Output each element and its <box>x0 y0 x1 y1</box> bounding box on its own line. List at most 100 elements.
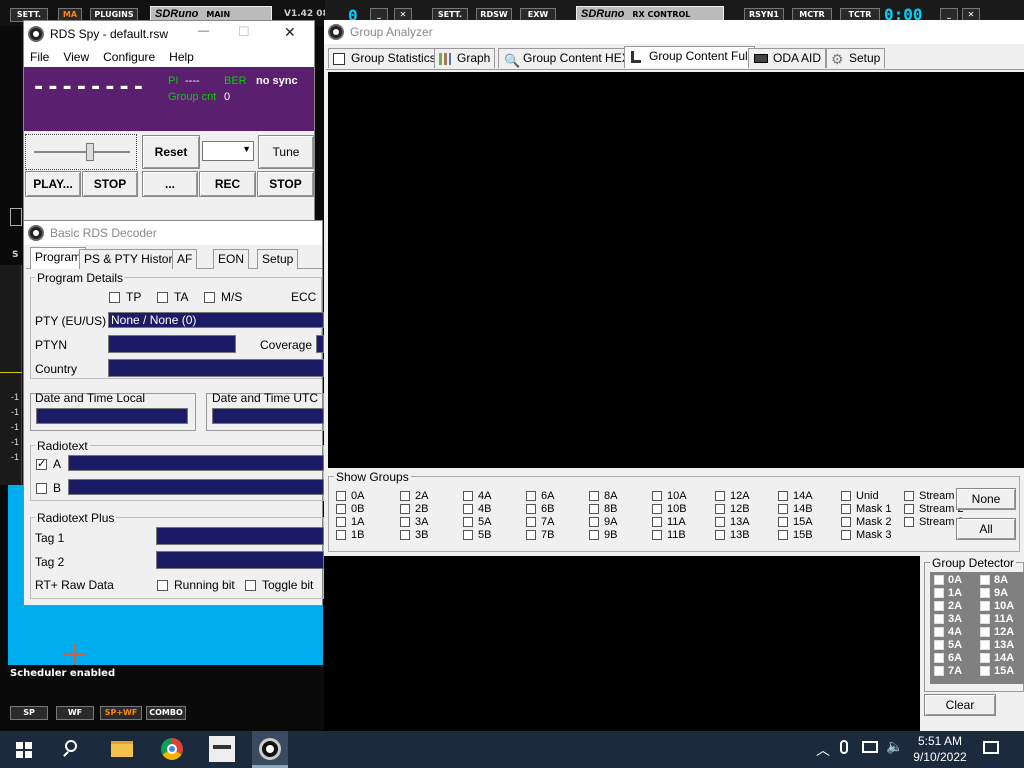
group-detector-checkbox[interactable] <box>980 601 990 612</box>
show-group-checkbox[interactable] <box>589 530 599 541</box>
group-detector-checkbox[interactable] <box>980 627 990 638</box>
show-group-item[interactable]: 0B <box>336 503 364 515</box>
group-detector-checkbox[interactable] <box>934 640 944 651</box>
show-group-item[interactable]: 3B <box>400 529 428 541</box>
clear-button[interactable]: Clear <box>924 694 996 716</box>
show-group-item[interactable]: 10B <box>652 503 687 515</box>
show-group-item[interactable]: 3A <box>400 516 428 528</box>
show-group-checkbox[interactable] <box>904 491 914 502</box>
tab-group-content-full[interactable]: Group Content Full <box>624 46 756 68</box>
show-group-checkbox[interactable] <box>526 530 536 541</box>
group-detector-item[interactable]: 2A <box>934 600 962 612</box>
show-group-checkbox[interactable] <box>400 491 410 502</box>
menu-configure[interactable]: Configure <box>103 50 155 64</box>
ta-checkbox[interactable] <box>157 292 168 303</box>
show-group-checkbox[interactable] <box>336 517 346 528</box>
show-group-item[interactable]: 1B <box>336 529 364 541</box>
stop-play-button[interactable]: STOP <box>82 171 138 197</box>
show-group-item[interactable]: 9B <box>589 529 617 541</box>
windows-start-icon[interactable] <box>6 731 42 767</box>
show-group-item[interactable]: 6A <box>526 490 554 502</box>
group-detector-checkbox[interactable] <box>934 588 944 599</box>
group-detector-checkbox[interactable] <box>934 653 944 664</box>
running-bit-checkbox[interactable] <box>157 580 168 591</box>
ms-checkbox[interactable] <box>204 292 215 303</box>
show-group-item[interactable]: 7A <box>526 516 554 528</box>
show-group-checkbox[interactable] <box>841 504 851 515</box>
show-group-item[interactable]: Mask 2 <box>841 516 891 528</box>
show-group-checkbox[interactable] <box>715 504 725 515</box>
show-group-checkbox[interactable] <box>463 530 473 541</box>
maximize-button[interactable]: ☐ <box>238 24 250 40</box>
minimize-button[interactable]: — <box>198 25 209 37</box>
tab-oda-aid[interactable]: ODA AID <box>748 48 827 68</box>
show-group-item[interactable]: 14B <box>778 503 813 515</box>
menu-view[interactable]: View <box>63 50 89 64</box>
none-button[interactable]: None <box>956 488 1016 510</box>
menu-file[interactable]: File <box>30 50 49 64</box>
show-group-checkbox[interactable] <box>715 530 725 541</box>
network-icon[interactable] <box>862 741 878 753</box>
group-detector-item[interactable]: 5A <box>934 639 962 651</box>
all-button[interactable]: All <box>956 518 1016 540</box>
show-group-checkbox[interactable] <box>652 504 662 515</box>
show-group-item[interactable]: Mask 3 <box>841 529 891 541</box>
source-select[interactable]: ▼ <box>202 141 254 161</box>
group-detector-item[interactable]: 6A <box>934 652 962 664</box>
show-group-item[interactable]: 4B <box>463 503 491 515</box>
tune-button[interactable]: Tune <box>258 135 314 169</box>
show-group-checkbox[interactable] <box>336 530 346 541</box>
show-group-checkbox[interactable] <box>778 491 788 502</box>
show-group-item[interactable]: 2A <box>400 490 428 502</box>
group-detector-checkbox[interactable] <box>934 666 944 677</box>
dots-button[interactable]: ... <box>142 171 198 197</box>
tab-ps-pty-history[interactable]: PS & PTY History <box>79 249 184 269</box>
stop-rec-button[interactable]: STOP <box>257 171 314 197</box>
tab-group-content-hex[interactable]: 🔍 Group Content HEX <box>498 48 635 68</box>
show-group-checkbox[interactable] <box>904 517 914 528</box>
group-detector-checkbox[interactable] <box>934 575 944 586</box>
show-group-checkbox[interactable] <box>463 504 473 515</box>
combo-button[interactable]: COMBO <box>146 706 186 720</box>
group-detector-item[interactable]: 13A <box>980 639 1014 651</box>
show-group-item[interactable]: 8B <box>589 503 617 515</box>
show-group-item[interactable]: 5B <box>463 529 491 541</box>
tab-graph[interactable]: Graph <box>434 48 496 68</box>
tab-setup[interactable]: Setup <box>257 249 299 269</box>
show-group-item[interactable]: 13B <box>715 529 750 541</box>
show-group-checkbox[interactable] <box>336 504 346 515</box>
show-group-item[interactable]: 6B <box>526 503 554 515</box>
group-detector-item[interactable]: 9A <box>980 587 1008 599</box>
show-group-item[interactable]: Unid <box>841 490 879 502</box>
group-detector-checkbox[interactable] <box>934 601 944 612</box>
sp-button[interactable]: SP <box>10 706 48 720</box>
group-detector-item[interactable]: 11A <box>980 613 1014 625</box>
reset-button[interactable]: Reset <box>142 135 200 169</box>
show-group-item[interactable]: 9A <box>589 516 617 528</box>
tab-eon[interactable]: EON <box>213 249 250 269</box>
group-detector-item[interactable]: 8A <box>980 574 1008 586</box>
show-group-checkbox[interactable] <box>778 504 788 515</box>
show-group-item[interactable]: 15A <box>778 516 813 528</box>
group-detector-checkbox[interactable] <box>934 627 944 638</box>
show-group-item[interactable]: 14A <box>778 490 813 502</box>
taskbar-clock[interactable]: 5:51 AM 9/10/2022 <box>910 733 970 765</box>
toggle-bit-checkbox[interactable] <box>245 580 256 591</box>
tab-ga-setup[interactable]: ⚙ Setup <box>826 48 886 68</box>
show-group-checkbox[interactable] <box>463 491 473 502</box>
tab-program[interactable]: Program <box>30 247 87 269</box>
play-button[interactable]: PLAY... <box>25 171 81 197</box>
show-group-checkbox[interactable] <box>400 530 410 541</box>
show-group-item[interactable]: Mask 1 <box>841 503 891 515</box>
show-group-checkbox[interactable] <box>526 504 536 515</box>
show-group-item[interactable]: 11B <box>652 529 686 541</box>
rt-b-checkbox[interactable] <box>36 483 47 494</box>
show-group-item[interactable]: 4A <box>463 490 491 502</box>
group-detector-item[interactable]: 12A <box>980 626 1014 638</box>
show-group-checkbox[interactable] <box>400 517 410 528</box>
sp-wf-button[interactable]: SP+WF <box>100 706 142 720</box>
show-group-checkbox[interactable] <box>841 517 851 528</box>
group-detector-item[interactable]: 7A <box>934 665 962 677</box>
group-detector-item[interactable]: 14A <box>980 652 1014 664</box>
sdr-side-button[interactable] <box>10 208 22 226</box>
